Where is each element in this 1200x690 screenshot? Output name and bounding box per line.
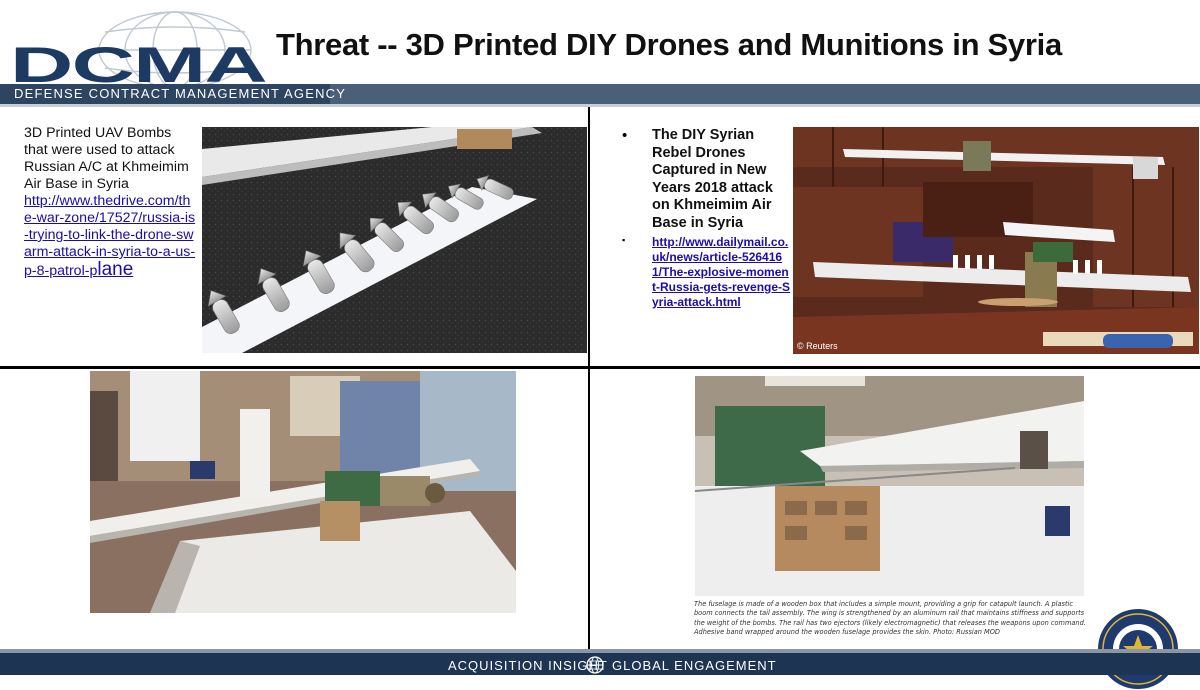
horizontal-divider: [0, 366, 1200, 369]
drone-on-table-photo: [90, 371, 516, 613]
globe-icon: [586, 656, 604, 674]
bombs-source-link[interactable]: http://www.thedrive.com/the-war-zone/175…: [24, 193, 196, 280]
bombs-link-tail[interactable]: lane: [97, 259, 133, 280]
bombs-caption-block: 3D Printed UAV Bombs that were used to a…: [24, 125, 196, 280]
footer-right-text: GLOBAL ENGAGEMENT: [612, 658, 777, 673]
footer-left-text: ACQUISITION INSIGHT: [448, 658, 608, 673]
agency-name: DEFENSE CONTRACT MANAGEMENT AGENCY: [14, 86, 347, 101]
header-rule: [0, 104, 1200, 107]
logo-text: DCMA: [10, 37, 266, 88]
vertical-divider: [588, 107, 590, 649]
drone-closeup-photo: [695, 376, 1084, 596]
dcma-logo: DCMA: [10, 11, 267, 88]
photo-credit: © Reuters: [797, 341, 838, 351]
drones-source-link[interactable]: http://www.dailymail.co.uk/news/article-…: [652, 235, 790, 309]
captured-drones-photo: [793, 127, 1199, 354]
drones-text-block: • The DIY Syrian Rebel Drones Captured i…: [622, 127, 792, 310]
drone-closeup-caption: The fuselage is made of a wooden box tha…: [694, 600, 1086, 637]
bombs-caption: 3D Printed UAV Bombs that were used to a…: [24, 125, 189, 192]
page-title: Threat -- 3D Printed DIY Drones and Muni…: [276, 27, 1062, 62]
sub-bullet-item: ▪ http://www.dailymail.co.uk/news/articl…: [622, 232, 792, 310]
3d-printed-bombs-photo: [202, 127, 587, 353]
drones-bullet-text: The DIY Syrian Rebel Drones Captured in …: [652, 127, 773, 231]
bullet-item: • The DIY Syrian Rebel Drones Captured i…: [622, 127, 792, 232]
drones-source-link-wrap[interactable]: http://www.dailymail.co.uk/news/article-…: [652, 235, 792, 310]
bullet-symbol: •: [622, 127, 628, 144]
sub-bullet-symbol: ▪: [622, 235, 626, 245]
